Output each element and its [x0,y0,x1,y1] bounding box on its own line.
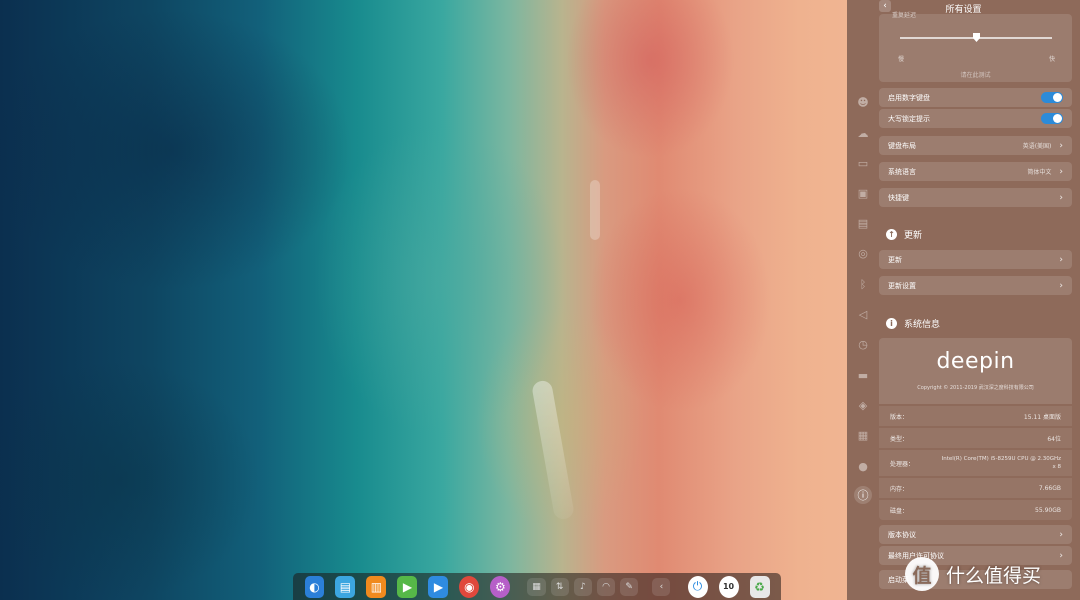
repeat-speed-slider[interactable] [900,33,1052,42]
info-value: 7.66GB [1038,484,1061,492]
info-value: 64位 [1047,435,1061,443]
info-key: 处理器： [890,460,915,468]
watermark-logo: 值 [905,557,939,591]
wifi-tray-icon[interactable]: ◠ [596,577,616,596]
mouse-icon[interactable]: ◈ [854,396,872,414]
numpad-toggle-row: 启用数字键盘 [879,88,1072,107]
default-apps-icon[interactable]: ▣ [854,184,872,202]
info-value: 15.11 桌面版 [1023,413,1061,421]
row-value: 英语(美国) [1022,143,1052,150]
back-button[interactable]: ‹ [879,0,891,12]
trash-icon[interactable]: ♻ [749,575,770,598]
watermark: 值 什么值得买 [905,557,1041,591]
launcher-icon[interactable]: ◐ [304,575,325,598]
info-icon[interactable]: ⓘ [854,486,872,504]
toggle-label: 启用数字键盘 [888,93,930,102]
info-row-processor: 处理器： Intel(R) Core(TM) i5-8259U CPU @ 2.… [879,450,1072,476]
section-title: 更新 [904,231,923,241]
row-label: 更新设置 [888,281,916,290]
user-icon[interactable]: ☻ [854,93,872,111]
deepin-logo-card: deepin Copyright © 2011-2019 武汉深之度科技有限公司 [879,338,1072,404]
watermark-text: 什么值得买 [946,564,1042,587]
info-value: Intel(R) Core(TM) i5-8259U CPU @ 2.30GHz… [941,456,1061,470]
info-key: 版本： [890,413,909,421]
update-row[interactable]: 更新 › [879,250,1072,269]
section-title: 系统信息 [904,320,941,330]
control-center-panel: 所有设置 ‹ ☻ ☁ ▭ ▣ ▤ ◎ ᛒ ◁ ◷ ▬ ◈ ▦ ● ⓘ 重复延迟 … [847,0,1080,600]
info-value: 55.90GB [1035,506,1061,514]
file-manager-icon[interactable]: ▤ [335,575,356,598]
slider-min-label: 慢 [898,56,905,63]
volume-tray-icon[interactable]: ♪ [573,577,592,596]
bluetooth-icon[interactable]: ᛒ [854,275,872,293]
update-icon[interactable]: ● [854,457,872,475]
slider-handle[interactable] [973,33,980,42]
info-key: 类型： [890,435,909,443]
datetime-icon[interactable]: ◷ [854,335,872,353]
edition-license-row[interactable]: 版本协议 › [879,525,1072,544]
row-label: 快捷键 [888,193,909,202]
chevron-right-icon: › [1059,140,1063,151]
capslock-switch[interactable] [1041,113,1063,124]
video-player-icon[interactable]: ▶ [397,575,418,598]
row-label: 系统语言 [888,167,916,176]
settings-sidebar: ☻ ☁ ▭ ▣ ▤ ◎ ᛒ ◁ ◷ ▬ ◈ ▦ ● ⓘ [847,0,878,600]
info-key: 磁盘： [890,507,909,515]
chevron-right-icon: › [1059,192,1063,203]
info-icon: i [886,318,897,329]
power-icon[interactable]: ▬ [854,366,872,384]
system-info-heading: i 系统信息 [886,317,940,330]
copyright-text: Copyright © 2011-2019 武汉深之度科技有限公司 [917,385,1034,391]
dock: ◐ ▤ ▥ ▶ ▶ ◉ ⚙ ▦ ⇅ ♪ ◠ ✎ ‹ ⏻ 10 ♻ [293,573,781,600]
chrome-icon[interactable]: ◉ [459,575,480,598]
deepin-logo: deepin [936,349,1015,374]
network-icon[interactable]: ◎ [854,244,872,262]
update-icon: ↑ [886,229,897,240]
keyboard-icon[interactable]: ▦ [854,426,872,444]
toggle-label: 大写锁定提示 [888,114,930,123]
repeat-speed-card: 重复延迟 慢 快 请在此测试 [879,12,1072,82]
sound-icon[interactable]: ◁ [854,305,872,323]
power-icon[interactable]: ⏻ [687,575,708,598]
row-value: 简体中文 [1027,169,1052,176]
chevron-right-icon: › [1059,529,1063,540]
keyboard-layout-row[interactable]: 键盘布局 英语(美国) › [879,136,1072,155]
chevron-right-icon: › [1059,550,1063,561]
numpad-switch[interactable] [1041,92,1063,103]
cloud-icon[interactable]: ☁ [854,124,872,142]
chevron-right-icon: › [1059,166,1063,177]
wave-foam [530,379,576,521]
usb-tray-icon[interactable]: ⇅ [550,577,569,596]
repeat-speed-label: 重复延迟 [892,12,917,19]
info-row-version: 版本： 15.11 桌面版 [879,406,1072,426]
update-settings-row[interactable]: 更新设置 › [879,276,1072,295]
row-label: 键盘布局 [888,141,916,150]
info-row-memory: 内存： 7.66GB [879,478,1072,498]
info-row-disk: 磁盘： 55.90GB [879,500,1072,520]
app-store-icon[interactable]: ▥ [366,575,387,598]
keyboard-tray-icon[interactable]: ▦ [527,577,546,596]
info-key: 内存： [890,485,909,493]
shortcuts-row[interactable]: 快捷键 › [879,188,1072,207]
capslock-toggle-row: 大写锁定提示 [879,109,1072,128]
display-icon[interactable]: ▭ [854,154,872,172]
row-label: 更新 [888,255,902,264]
chevron-right-icon: › [1059,280,1063,291]
system-language-row[interactable]: 系统语言 简体中文 › [879,162,1072,181]
info-row-type: 类型： 64位 [879,428,1072,448]
personalization-icon[interactable]: ▤ [854,214,872,232]
movie-icon[interactable]: ▶ [428,575,449,598]
settings-icon[interactable]: ⚙ [490,575,511,598]
wave-foam [590,180,600,240]
slider-max-label: 快 [1048,56,1055,63]
chevron-right-icon: › [1059,254,1063,265]
pen-tray-icon[interactable]: ✎ [620,577,639,596]
clock-icon[interactable]: 10 [718,575,739,598]
test-area[interactable]: 请在此测试 [879,70,1072,79]
update-section-heading: ↑ 更新 [886,228,922,241]
row-label: 版本协议 [888,530,916,539]
collapse-tray-icon[interactable]: ‹ [652,577,671,596]
